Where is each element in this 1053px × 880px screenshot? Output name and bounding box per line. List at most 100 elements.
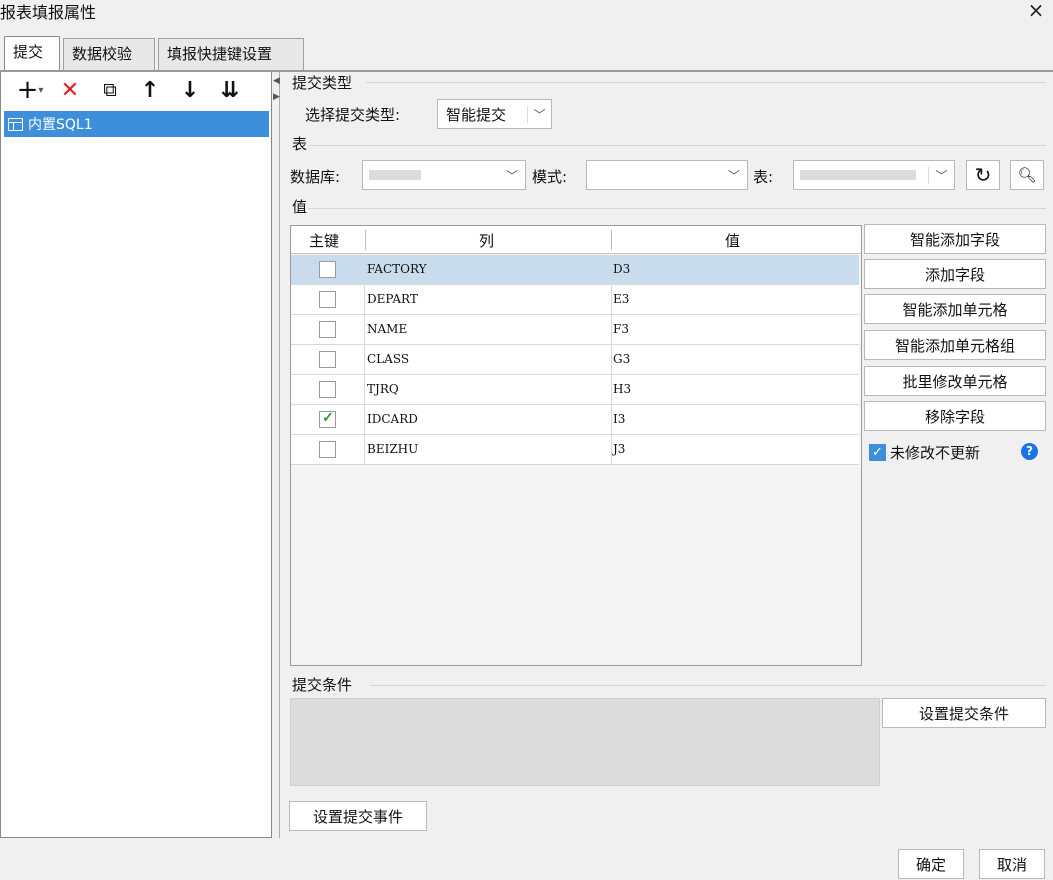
section-submit-condition: 提交条件 (292, 676, 353, 694)
submit-type-select[interactable]: 智能提交 ﹀ (437, 99, 552, 129)
plus-icon: + (16, 75, 39, 105)
divider (366, 82, 1046, 83)
move-up-button[interactable]: ↑ (130, 75, 170, 105)
schema-label: 模式: (532, 168, 568, 186)
value-cell: E3 (613, 292, 630, 306)
primary-key-checkbox[interactable] (319, 410, 336, 428)
field-mapping-table: 主键 列 值 FACTORY D3 DEPART E3 NAME F3 CLASS G3 TJR… (290, 225, 862, 666)
cancel-button[interactable]: 取消 (979, 849, 1045, 879)
header-value: 值 (725, 232, 741, 250)
cell-divider (611, 435, 612, 464)
title-bar: 报表填报属性 × (0, 0, 1053, 22)
sort-icon: ⇊ (220, 77, 240, 103)
copy-icon: ⧉ (103, 79, 117, 101)
condition-preview-area (290, 698, 880, 786)
cell-divider (611, 255, 612, 284)
chevron-down-icon: ﹀ (928, 166, 954, 184)
primary-key-checkbox[interactable] (319, 261, 336, 278)
tab-submit[interactable]: 提交 (4, 36, 60, 70)
schema-select[interactable]: ﹀ (586, 160, 748, 190)
refresh-button[interactable]: ↻ (966, 160, 1000, 190)
table-row[interactable]: BEIZHU J3 (291, 435, 859, 465)
primary-key-cell (291, 255, 365, 284)
table-header: 主键 列 值 (291, 226, 861, 254)
tab-data-validation[interactable]: 数据校验 (63, 38, 155, 70)
primary-key-cell (291, 435, 365, 464)
table-label: 表: (753, 168, 774, 186)
add-button[interactable]: + ▾ (10, 75, 50, 105)
arrow-up-icon: ↑ (140, 77, 160, 103)
database-label: 数据库: (290, 168, 341, 186)
header-primary-key: 主键 (309, 232, 340, 250)
delete-button[interactable]: ✕ (50, 75, 90, 105)
tab-shortcut-settings[interactable]: 填报快捷键设置 (158, 38, 304, 70)
preview-table-button[interactable]: 🔍︎ (1010, 160, 1044, 190)
table-row[interactable]: CLASS G3 (291, 345, 859, 375)
submit-type-label: 选择提交类型: (305, 106, 401, 124)
primary-key-cell (291, 315, 365, 344)
table-row[interactable]: IDCARD I3 (291, 405, 859, 435)
set-submit-event-button[interactable]: 设置提交事件 (289, 801, 427, 831)
search-document-icon: 🔍︎ (1017, 166, 1037, 184)
no-update-checkbox[interactable]: ✓ (869, 444, 886, 461)
table-row[interactable]: TJRQ H3 (291, 375, 859, 405)
cell-divider (611, 375, 612, 404)
column-cell: NAME (367, 322, 408, 336)
value-cell: H3 (613, 382, 632, 396)
section-values: 值 (292, 198, 308, 216)
smart-add-cell-button[interactable]: 智能添加单元格 (864, 294, 1046, 324)
primary-key-checkbox[interactable] (319, 321, 336, 338)
primary-key-checkbox[interactable] (319, 381, 336, 398)
primary-key-cell (291, 285, 365, 314)
value-cell: J3 (613, 442, 626, 456)
collapse-right-icon[interactable]: ▶ (273, 92, 280, 102)
primary-key-checkbox[interactable] (319, 351, 336, 368)
no-update-option: ✓ 未修改不更新 (869, 442, 980, 463)
batch-edit-cell-button[interactable]: 批里修改单元格 (864, 366, 1046, 396)
primary-key-cell (291, 375, 365, 404)
sort-button[interactable]: ⇊ (210, 75, 250, 105)
pane-splitter[interactable]: ◀ ▶ (272, 72, 280, 838)
cell-divider (611, 285, 612, 314)
database-select[interactable]: ﹀ (362, 160, 526, 190)
column-cell: BEIZHU (367, 442, 419, 456)
table-select[interactable]: ﹀ (793, 160, 955, 190)
help-icon[interactable]: ? (1021, 443, 1038, 460)
table-value (800, 170, 916, 180)
chevron-down-icon: ﹀ (527, 105, 551, 123)
section-submit-type: 提交类型 (292, 74, 353, 92)
database-value (369, 170, 421, 180)
delete-icon: ✕ (60, 77, 80, 103)
table-row[interactable]: DEPART E3 (291, 285, 859, 315)
chevron-down-icon: ▾ (38, 84, 44, 96)
value-cell: I3 (613, 412, 626, 426)
remove-field-button[interactable]: 移除字段 (864, 401, 1046, 431)
primary-key-checkbox[interactable] (319, 291, 336, 308)
sql-list-pane (0, 72, 272, 838)
column-cell: CLASS (367, 352, 410, 366)
close-icon[interactable]: × (1025, 0, 1047, 22)
column-cell: TJRQ (367, 382, 399, 396)
table-row[interactable]: NAME F3 (291, 315, 859, 345)
collapse-left-icon[interactable]: ◀ (273, 76, 280, 86)
ok-button[interactable]: 确定 (898, 849, 964, 879)
primary-key-checkbox[interactable] (319, 441, 336, 458)
smart-add-field-button[interactable]: 智能添加字段 (864, 224, 1046, 254)
add-field-button[interactable]: 添加字段 (864, 259, 1046, 289)
chevron-down-icon: ﹀ (727, 168, 740, 183)
no-update-label: 未修改不更新 (890, 444, 981, 462)
primary-key-cell (291, 405, 365, 434)
header-divider (365, 230, 366, 250)
submit-type-value: 智能提交 (446, 105, 507, 124)
move-down-button[interactable]: ↓ (170, 75, 210, 105)
tree-item-sql1[interactable]: 内置SQL1 (4, 111, 269, 137)
column-cell: DEPART (367, 292, 418, 306)
value-cell: F3 (613, 322, 629, 336)
smart-add-cell-group-button[interactable]: 智能添加单元格组 (864, 330, 1046, 360)
column-cell: IDCARD (367, 412, 418, 426)
table-row[interactable]: FACTORY D3 (291, 255, 859, 285)
sql-table-icon (8, 117, 23, 131)
list-toolbar: + ▾ ✕ ⧉ ↑ ↓ ⇊ (10, 75, 250, 105)
set-condition-button[interactable]: 设置提交条件 (882, 698, 1046, 728)
copy-button[interactable]: ⧉ (90, 75, 130, 105)
